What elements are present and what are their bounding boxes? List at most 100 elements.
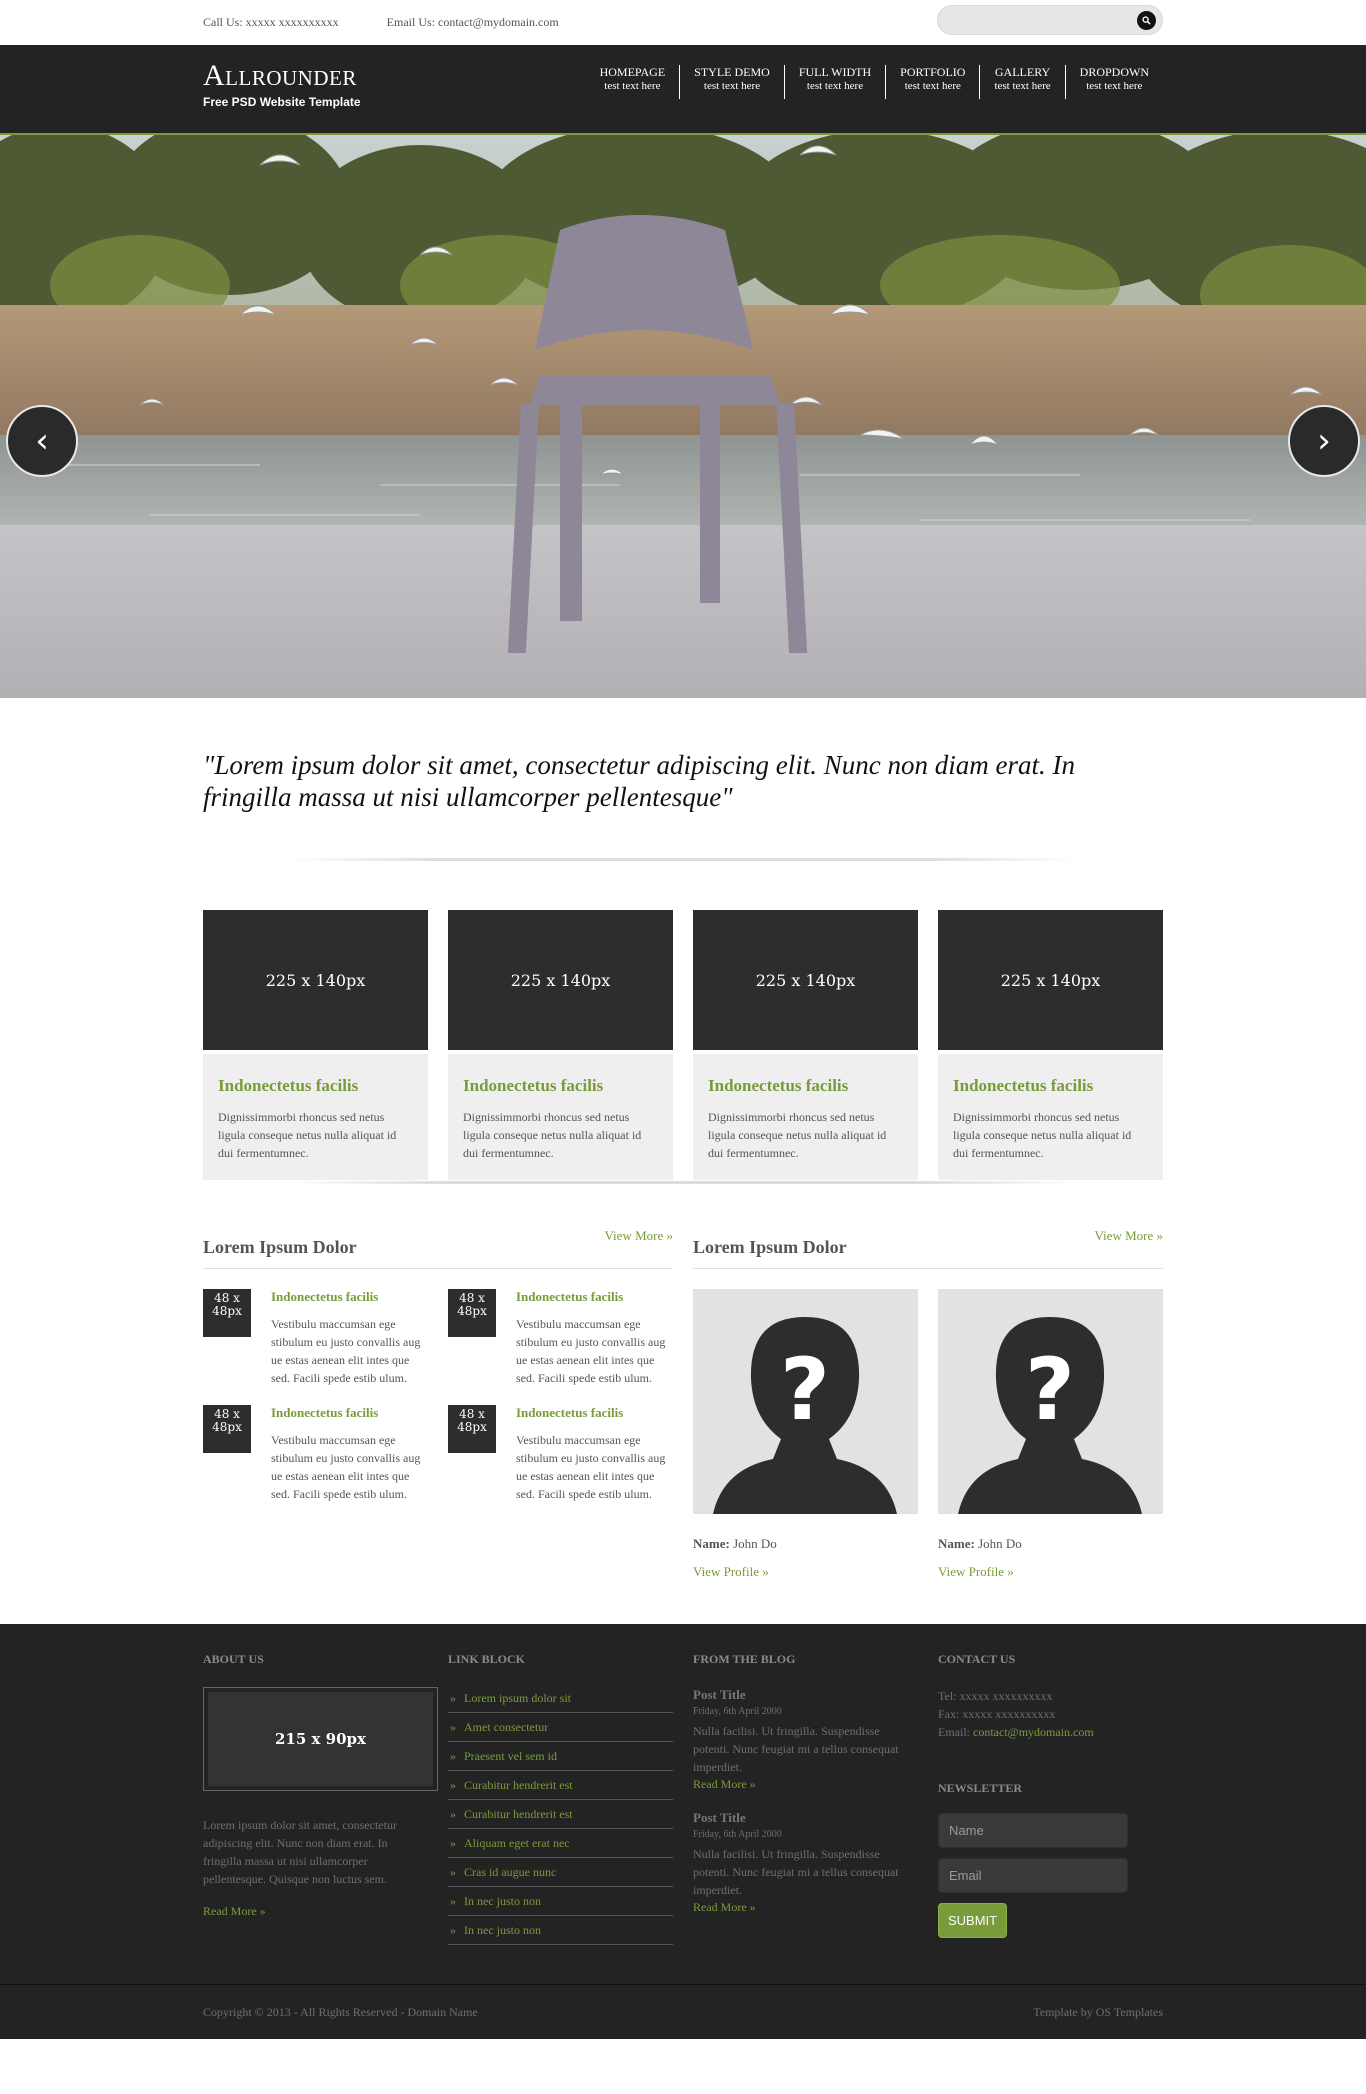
about-read-more-link[interactable]: Read More »: [203, 1904, 428, 1919]
feature-title[interactable]: Indonectetus facilis: [708, 1076, 903, 1096]
footer-heading: CONTACT US: [938, 1652, 1016, 1666]
nav-item-gallery[interactable]: GALLERY test text here: [979, 65, 1064, 99]
nav-subtitle: test text here: [1086, 80, 1143, 92]
logo[interactable]: Allrounder Free PSD Website Template: [203, 59, 361, 110]
blog-read-more-link[interactable]: Read More »: [693, 1777, 918, 1792]
footer-link[interactable]: » Curabitur hendrerit est: [448, 1771, 673, 1800]
newsletter-email-input[interactable]: [938, 1858, 1128, 1893]
post-title[interactable]: Indonectetus facilis: [271, 1289, 428, 1305]
post-title[interactable]: Indonectetus facilis: [516, 1405, 673, 1421]
footer-contact: CONTACT US Tel: xxxxx xxxxxxxxxx Fax: xx…: [938, 1652, 1163, 1945]
post-thumbnail[interactable]: 48 x 48px: [448, 1405, 496, 1453]
list-item: 48 x 48px Indonectetus facilis Vestibulu …: [203, 1405, 428, 1503]
person-name-row: Name: John Do: [693, 1536, 918, 1552]
nav-item-full-width[interactable]: FULL WIDTH test text here: [783, 65, 885, 99]
svg-text:?: ?: [780, 1340, 830, 1440]
footer-link-label: Curabitur hendrerit est: [464, 1777, 573, 1792]
chevron-right-icon: »: [450, 1893, 456, 1908]
nav-subtitle: test text here: [703, 80, 761, 92]
feature-body: Indonectetus facilis Dignissimmorbi rhon…: [203, 1050, 428, 1180]
unknown-person-icon: ?: [713, 1317, 897, 1514]
features: 225 x 140px Indonectetus facilis Digniss…: [203, 861, 1163, 1181]
feature-title[interactable]: Indonectetus facilis: [463, 1076, 658, 1096]
feature-card[interactable]: 225 x 140px Indonectetus facilis Digniss…: [448, 910, 673, 1181]
footer-link[interactable]: » Aliquam eget erat nec: [448, 1829, 673, 1858]
nav-item-style-demo[interactable]: STYLE DEMO test text here: [679, 65, 784, 99]
nav-title: DROPDOWN: [1079, 65, 1149, 79]
search-input[interactable]: [938, 6, 1128, 34]
people-grid: ? Name: John Do View Profile » ? Name: J…: [693, 1289, 1163, 1580]
feature-image: 225 x 140px: [448, 910, 673, 1050]
contact-tel: Tel: xxxxx xxxxxxxxxx: [938, 1689, 1053, 1703]
logo-tagline: Free PSD Website Template: [203, 95, 361, 109]
slider-prev-button[interactable]: ‹: [6, 405, 78, 477]
footer-link[interactable]: » In nec justo non: [448, 1916, 673, 1945]
slider-next-button[interactable]: ›: [1288, 405, 1360, 477]
post-title[interactable]: Indonectetus facilis: [271, 1405, 428, 1421]
feature-title[interactable]: Indonectetus facilis: [218, 1076, 413, 1096]
posts-view-more-link[interactable]: View More »: [604, 1228, 673, 1244]
team-view-more-link[interactable]: View More »: [1094, 1228, 1163, 1244]
email-label: Email:: [938, 1725, 970, 1739]
template-credit: Template by OS Templates: [1033, 2004, 1163, 2019]
post-thumbnail[interactable]: 48 x 48px: [203, 1289, 251, 1337]
feature-body: Indonectetus facilis Dignissimmorbi rhon…: [938, 1050, 1163, 1180]
footer-link-label: In nec justo non: [464, 1922, 541, 1937]
nav-title: GALLERY: [994, 65, 1051, 79]
hero-image: [0, 135, 1366, 698]
footer-about: ABOUT US 215 x 90px Lorem ipsum dolor si…: [203, 1652, 438, 1945]
footer-link[interactable]: » Amet consectetur: [448, 1713, 673, 1742]
chevron-right-icon: »: [450, 1690, 456, 1705]
avatar-placeholder[interactable]: ?: [693, 1289, 918, 1514]
post-thumbnail[interactable]: 48 x 48px: [448, 1289, 496, 1337]
footer-link[interactable]: » Lorem ipsum dolor sit: [448, 1684, 673, 1713]
newsletter-name-input[interactable]: [938, 1813, 1128, 1848]
footer-link[interactable]: » In nec justo non: [448, 1887, 673, 1916]
footer-links: LINK BLOCK » Lorem ipsum dolor sit » Amet …: [448, 1652, 673, 1945]
feature-text: Dignissimmorbi rhoncus sed netus ligula …: [708, 1110, 887, 1160]
feature-title[interactable]: Indonectetus facilis: [953, 1076, 1148, 1096]
person-name: John Do: [733, 1536, 777, 1551]
list-item: 48 x 48px Indonectetus facilis Vestibulu …: [448, 1405, 673, 1503]
phone-contact: Call Us: xxxxx xxxxxxxxxx: [203, 15, 339, 29]
chevron-right-icon: »: [450, 1922, 456, 1937]
view-profile-link[interactable]: View Profile »: [938, 1564, 1163, 1580]
feature-image: 225 x 140px: [693, 910, 918, 1050]
footer-link-label: Lorem ipsum dolor sit: [464, 1690, 571, 1705]
post-thumbnail[interactable]: 48 x 48px: [203, 1405, 251, 1453]
footer-blog: FROM THE BLOG Post Title Friday, 6th Apr…: [693, 1652, 918, 1945]
footer-heading: ABOUT US: [203, 1652, 264, 1666]
blog-post-title[interactable]: Post Title: [693, 1687, 918, 1703]
footer-link-label: Aliquam eget erat nec: [464, 1835, 570, 1850]
footer-link-label: Curabitur hendrerit est: [464, 1806, 573, 1821]
newsletter-submit-button[interactable]: SUBMIT: [938, 1903, 1008, 1938]
blog-read-more-link[interactable]: Read More »: [693, 1900, 918, 1915]
nav-item-dropdown[interactable]: DROPDOWN test text here: [1064, 65, 1163, 99]
search-box: [937, 5, 1163, 35]
feature-card[interactable]: 225 x 140px Indonectetus facilis Digniss…: [693, 910, 918, 1181]
nav-title: PORTFOLIO: [900, 65, 966, 79]
post-title[interactable]: Indonectetus facilis: [516, 1289, 673, 1305]
avatar-placeholder[interactable]: ?: [938, 1289, 1163, 1514]
search-button[interactable]: [1137, 11, 1156, 30]
about-text: Lorem ipsum dolor sit amet, consectetur …: [203, 1818, 397, 1886]
feature-card[interactable]: 225 x 140px Indonectetus facilis Digniss…: [203, 910, 428, 1181]
view-profile-link[interactable]: View Profile »: [693, 1564, 918, 1580]
about-image-label: 215 x 90px: [208, 1692, 433, 1786]
contact-email-link[interactable]: contact@mydomain.com: [973, 1725, 1094, 1739]
footer-link[interactable]: » Cras id augue nunc: [448, 1858, 673, 1887]
blog-post-text: Nulla facilisi. Ut fringilla. Suspendiss…: [693, 1724, 899, 1774]
team-column: Lorem Ipsum Dolor View More » ? Name: Jo…: [693, 1228, 1163, 1624]
feature-card[interactable]: 225 x 140px Indonectetus facilis Digniss…: [938, 910, 1163, 1181]
person-name-row: Name: John Do: [938, 1536, 1163, 1552]
nav-item-homepage[interactable]: HOMEPAGE test text here: [586, 65, 680, 99]
svg-text:?: ?: [1025, 1340, 1075, 1440]
logo-name: Allrounder: [203, 59, 357, 92]
middle-section: Lorem Ipsum Dolor View More » 48 x 48px …: [203, 1184, 1163, 1624]
nav-item-portfolio[interactable]: PORTFOLIO test text here: [885, 65, 979, 99]
site-header: Allrounder Free PSD Website Template HOM…: [0, 45, 1366, 135]
footer-link[interactable]: » Praesent vel sem id: [448, 1742, 673, 1771]
blog-post-title[interactable]: Post Title: [693, 1810, 918, 1826]
footer-link[interactable]: » Curabitur hendrerit est: [448, 1800, 673, 1829]
quote-text: "Lorem ipsum dolor sit amet, consectetur…: [203, 750, 1076, 812]
